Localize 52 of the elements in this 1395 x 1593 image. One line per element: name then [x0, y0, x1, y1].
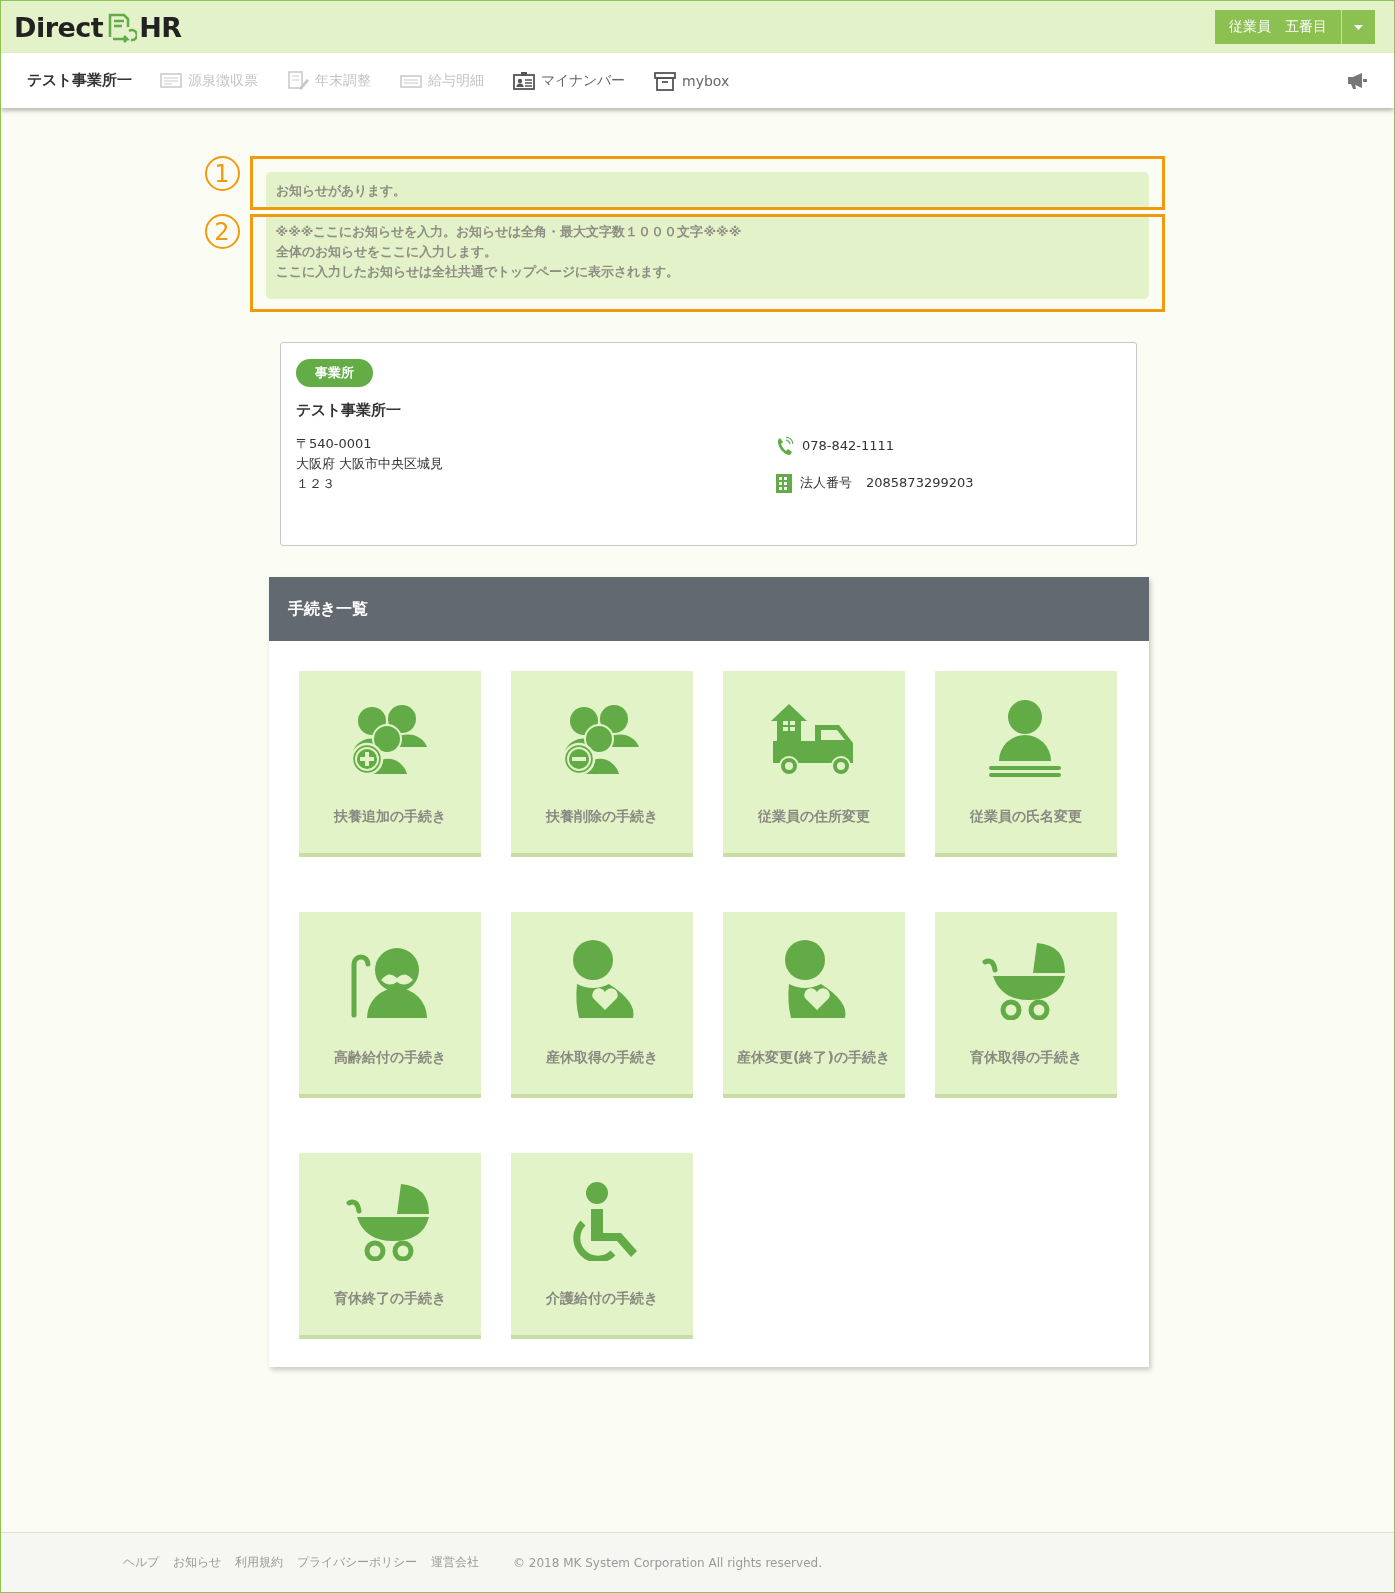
tile-label: 高齢給付の手続き: [332, 1048, 447, 1067]
office-name: テスト事業所一: [296, 401, 402, 420]
tile-label: 扶養削除の手続き: [544, 807, 659, 826]
tile-label: 産休変更(終了)の手続き: [736, 1048, 891, 1067]
caret-icon: [1354, 24, 1363, 30]
tile-label: 扶養追加の手続き: [332, 807, 447, 826]
tile-label: 介護給付の手続き: [544, 1289, 659, 1308]
office-name: テスト事業所一: [27, 71, 132, 90]
callout-number: 1: [204, 156, 240, 191]
document-pen-icon: [287, 70, 309, 91]
megaphone-icon: [1346, 71, 1368, 90]
tile-label: 産休取得の手続き: [544, 1048, 659, 1067]
copyright: © 2018 MK System Corporation All rights reserved.: [513, 1555, 822, 1570]
footer-link[interactable]: 利用規約: [235, 1554, 283, 1571]
postal-code: 〒540-0001: [296, 435, 373, 453]
address: １２３: [296, 475, 336, 493]
logo-text: Direct: [14, 11, 104, 43]
office-badge: 事業所: [296, 359, 373, 387]
receipt-icon: [160, 70, 182, 91]
footer-link[interactable]: 運営会社: [431, 1554, 479, 1571]
nav-link[interactable]: マイナンバー: [513, 70, 625, 91]
box-icon: [654, 70, 676, 91]
corporate-number: 2085873299203: [866, 474, 974, 492]
nav-link[interactable]: mybox: [654, 70, 730, 91]
tile-label: 育休終了の手続き: [332, 1289, 447, 1308]
procedure-tile[interactable]: 扶養追加の手続き: [298, 671, 481, 857]
procedure-tile[interactable]: 介護給付の手続き: [510, 1153, 693, 1339]
footer-link[interactable]: お知らせ: [173, 1554, 221, 1571]
procedure-tile[interactable]: 扶養削除の手続き: [510, 671, 693, 857]
building-icon: [776, 473, 792, 493]
footer-link[interactable]: ヘルプ: [123, 1554, 159, 1571]
procedure-tile[interactable]: 産休変更(終了)の手続き: [722, 912, 905, 1098]
phone-icon: [776, 436, 794, 456]
address: 大阪府 大阪市中央区城見: [296, 455, 445, 473]
id-card-icon: [513, 70, 535, 91]
footer-link[interactable]: プライバシーポリシー: [297, 1554, 417, 1571]
phone-number: 078-842-1111: [802, 437, 895, 455]
corporate-number-label: 法人番号: [800, 474, 852, 492]
procedure-tile[interactable]: 従業員の氏名変更: [934, 671, 1117, 857]
tile-label: 従業員の氏名変更: [968, 807, 1083, 826]
notice-text: ※※※ここにお知らせを入力。お知らせは全角・最大文字数１０００文字※※※ 全体のお知らせをここに入力します。 ここに入力したお知らせは全社共通でトップページに表示されます。: [265, 217, 1149, 299]
notice-text: お知らせがあります。: [265, 172, 1149, 207]
procedure-tile[interactable]: 育休終了の手続き: [298, 1153, 481, 1339]
procedure-tile[interactable]: 高齢給付の手続き: [298, 912, 481, 1098]
tile-label: 育休取得の手続き: [968, 1048, 1083, 1067]
panel-title: 手続き一覧: [268, 577, 1149, 641]
procedure-tile[interactable]: 従業員の住所変更: [722, 671, 905, 857]
procedure-tile[interactable]: 産休取得の手続き: [510, 912, 693, 1098]
procedure-tile[interactable]: 育休取得の手続き: [934, 912, 1117, 1098]
logo-text: HR: [139, 11, 182, 43]
tile-label: 従業員の住所変更: [756, 807, 871, 826]
callout-number: 2: [204, 214, 240, 249]
